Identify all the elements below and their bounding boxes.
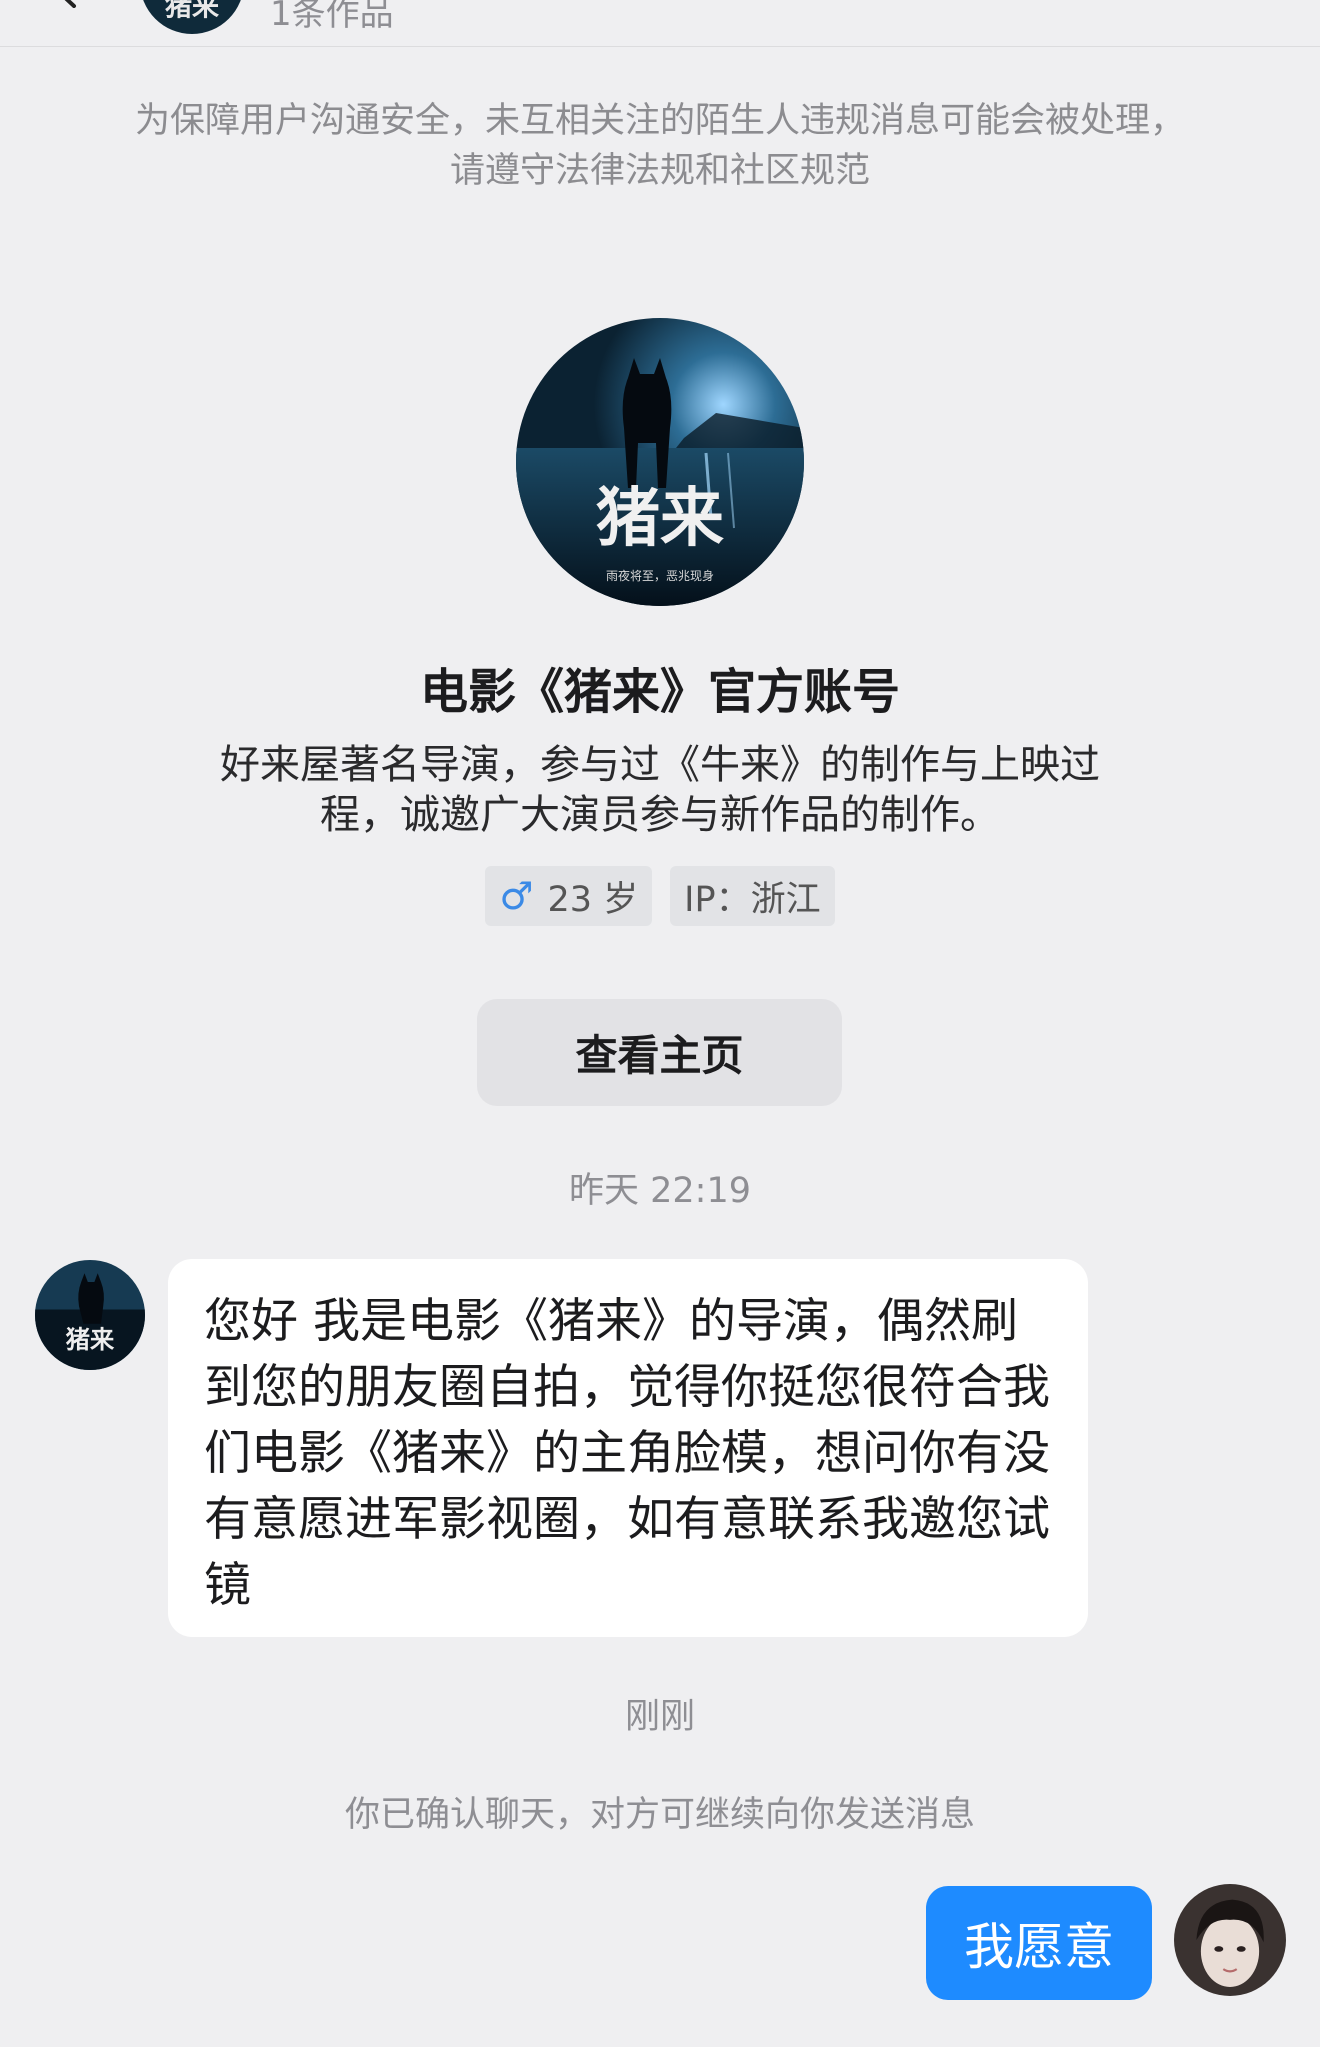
works-count: 1条作品 — [270, 0, 394, 34]
age-tag: ♂ 23 岁 — [485, 866, 653, 926]
back-arrow-icon[interactable] — [52, 0, 82, 8]
safety-notice: 为保障用户沟通安全，未互相关注的陌生人违规消息可能会被处理，请遵守法律法规和社区… — [134, 101, 1185, 191]
sender-avatar[interactable]: 猪来 — [35, 1260, 145, 1370]
profile-avatar[interactable]: 猪来 雨夜将至，恶兆现身 — [516, 318, 804, 606]
age-value: 23 岁 — [547, 879, 639, 920]
profile-avatar-tagline: 雨夜将至，恶兆现身 — [606, 568, 714, 583]
message-timestamp: 刚刚 — [624, 1697, 695, 1737]
ip-value: IP：浙江 — [684, 879, 821, 920]
my-avatar[interactable] — [1174, 1884, 1286, 1996]
header-avatar-title: 猪来 — [165, 0, 220, 22]
male-icon: ♂ — [499, 874, 534, 918]
profile-avatar-title: 猪来 — [596, 481, 724, 556]
profile-bio: 好来屋著名导演，参与过《牛来》的制作与上映过程，诚邀广大演员参与新作品的制作。 — [220, 742, 1100, 838]
sender-avatar-title: 猪来 — [66, 1325, 115, 1354]
outgoing-message-bubble[interactable]: 我愿意 — [926, 1886, 1152, 2000]
chat-confirmed-note: 你已确认聊天，对方可继续向你发送消息 — [344, 1795, 975, 1835]
ip-tag: IP：浙江 — [670, 866, 835, 926]
profile-tags: ♂ 23 岁 IP：浙江 — [0, 866, 1320, 926]
incoming-message-bubble[interactable]: 您好 我是电影《猪来》的导演，偶然刷到您的朋友圈自拍，觉得你挺您很符合我们电影《… — [168, 1259, 1088, 1637]
view-home-button[interactable]: 查看主页 — [477, 999, 842, 1106]
header-avatar[interactable]: 猪来 — [140, 0, 244, 34]
message-timestamp: 昨天 22:19 — [569, 1171, 751, 1211]
chat-header: 猪来 1条作品 — [0, 0, 1320, 47]
profile-name: 电影《猪来》官方账号 — [419, 664, 900, 720]
